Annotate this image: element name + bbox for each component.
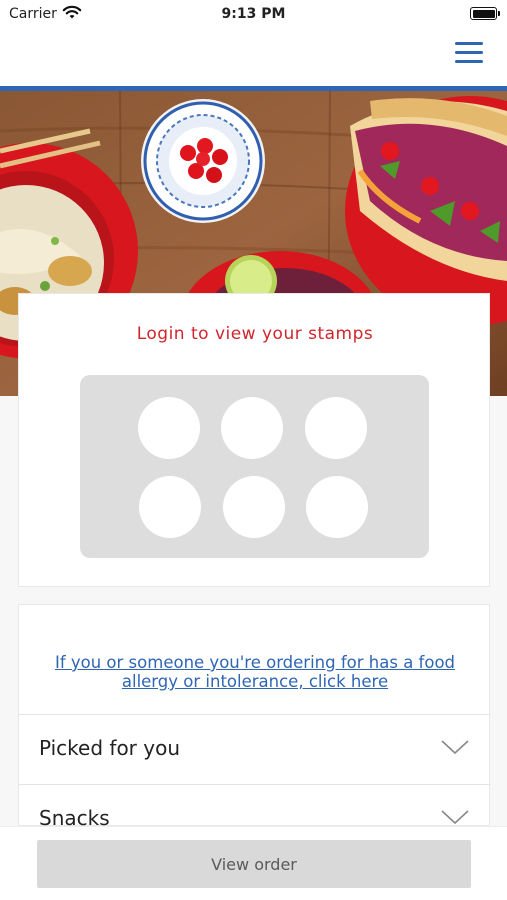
category-label: Picked for you xyxy=(39,736,181,760)
stamp-slot xyxy=(221,397,283,459)
status-bar: Carrier 9:13 PM xyxy=(0,0,507,28)
nav-bar xyxy=(0,28,507,86)
stamp-slot xyxy=(306,476,368,538)
battery-icon xyxy=(470,7,500,20)
stamp-board xyxy=(80,375,429,558)
category-picked-for-you[interactable]: Picked for you xyxy=(19,714,491,784)
stamp-slot xyxy=(223,476,285,538)
menu-card: If you or someone you're ordering for ha… xyxy=(18,604,491,830)
stamp-slot xyxy=(138,397,200,459)
stamp-card: Login to view your stamps xyxy=(18,293,490,587)
stamp-slot xyxy=(305,397,367,459)
clock: 9:13 PM xyxy=(221,6,286,22)
view-order-button[interactable]: View order xyxy=(37,840,471,888)
hamburger-menu-icon[interactable] xyxy=(455,40,483,64)
stamp-card-title[interactable]: Login to view your stamps xyxy=(19,324,491,344)
chevron-down-icon xyxy=(441,739,469,759)
allergy-info-link[interactable]: If you or someone you're ordering for ha… xyxy=(39,653,471,691)
stamp-slot xyxy=(139,476,201,538)
bottom-bar: View order xyxy=(0,826,507,900)
